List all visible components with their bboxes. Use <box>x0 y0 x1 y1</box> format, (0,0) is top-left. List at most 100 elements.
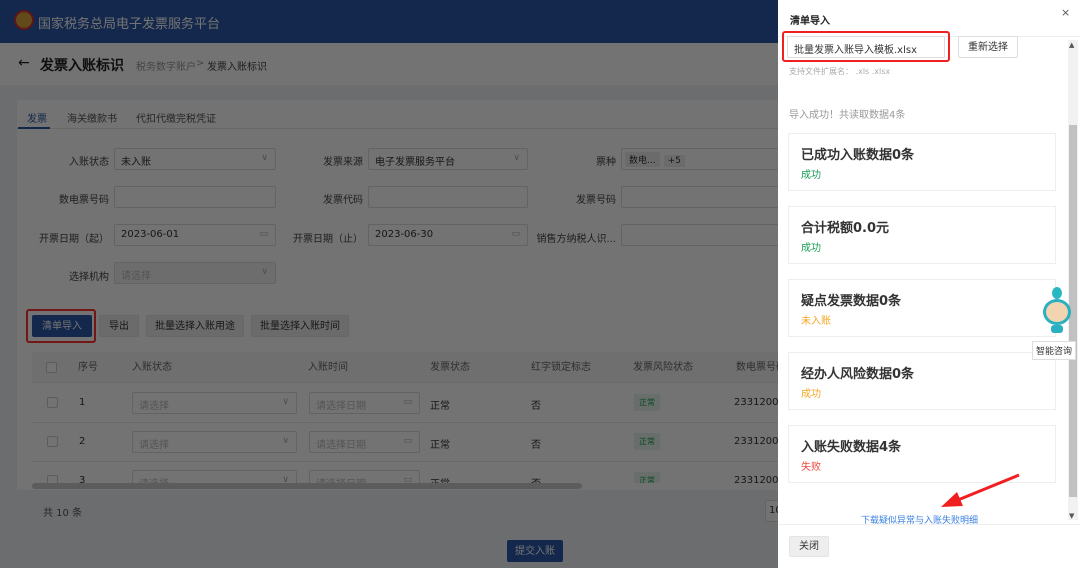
result-card-title: 合计税额0.0元 <box>801 221 890 236</box>
page-title: 发票入账标识 <box>40 58 124 74</box>
placeholder: 请选择 <box>139 401 169 412</box>
assistant-robot-icon[interactable] <box>1040 287 1074 337</box>
col-header: 红字锁定标志 <box>525 352 627 383</box>
page-size-select[interactable]: 10 <box>765 500 778 522</box>
batch-use-button[interactable]: 批量选择入账用途 <box>146 315 244 337</box>
chevron-down-icon: ∨ <box>261 153 268 163</box>
col-header: 发票状态 <box>424 352 525 383</box>
invoice-no-input[interactable] <box>621 186 778 208</box>
row-no: 1 <box>79 397 86 408</box>
batch-time-button[interactable]: 批量选择入账时间 <box>251 315 349 337</box>
row-checkbox[interactable] <box>47 475 58 483</box>
label-date-end: 开票日期（止） <box>293 234 363 245</box>
digital-invoice-no: 23312000 <box>734 475 778 483</box>
result-card-title: 疑点发票数据0条 <box>801 294 902 309</box>
col-header: 入账状态 <box>126 352 302 383</box>
invoice-status: 正常 <box>430 440 450 451</box>
digital-invoice-no: 23312000 <box>734 397 778 408</box>
row-entry-status-select[interactable]: 请选择∨ <box>132 470 297 483</box>
result-card-status: 成功 <box>801 243 821 254</box>
chevron-down-icon: ∨ <box>261 267 268 277</box>
label-org: 选择机构 <box>69 272 109 283</box>
label-ticket-type: 票种 <box>596 157 616 168</box>
tab-customs[interactable]: 海关缴款书 <box>67 110 117 125</box>
row-entry-date-input[interactable]: 请选择日期▭ <box>309 431 420 453</box>
row-entry-status-select[interactable]: 请选择 ∨ <box>132 392 297 414</box>
date-start-value: 2023-06-01 <box>121 229 180 240</box>
calendar-icon: ▭ <box>403 475 412 483</box>
row-entry-date-input[interactable]: 请选择日期▭ <box>309 392 420 414</box>
label-seller-tax-id: 销售方纳税人识... <box>536 234 616 245</box>
invoice-status: 正常 <box>430 475 450 483</box>
calendar-icon: ▭ <box>403 436 412 446</box>
ticket-tag-more: +5 <box>663 155 685 167</box>
risk-status-badge: 正常 <box>634 472 660 483</box>
platform-title: 国家税务总局电子发票服务平台 <box>38 17 221 32</box>
top-header: 国家税务总局电子发票服务平台 <box>0 0 778 43</box>
label-invoice-code: 发票代码 <box>323 195 363 206</box>
red-arrow-annotation <box>941 473 1020 507</box>
date-start-input[interactable]: 2023-06-01 ▭ <box>114 224 276 246</box>
tab-invoice[interactable]: 发票 <box>27 110 47 125</box>
back-arrow-icon[interactable]: ← <box>18 55 30 71</box>
col-header: 入账时间 <box>302 352 424 383</box>
col-header: 发票风险状态 <box>627 352 730 383</box>
extension-hint: 支持文件扩展名： .xls .xlsx <box>789 67 891 76</box>
result-card: 经办人风险数据0条 成功 <box>788 352 1056 410</box>
scroll-down-icon[interactable]: ▼ <box>1069 512 1074 520</box>
placeholder: 请选择 <box>139 440 169 451</box>
assistant-label[interactable]: 智能咨询 <box>1032 341 1077 360</box>
seller-tax-id-input[interactable] <box>621 224 778 246</box>
ticket-type-select[interactable]: 数电... +5 <box>621 148 778 170</box>
label-date-start: 开票日期（起） <box>39 234 109 245</box>
col-header: 序号 <box>72 352 126 383</box>
close-button[interactable]: 关闭 <box>789 536 829 557</box>
row-checkbox[interactable] <box>47 397 58 408</box>
total-count: 共 10 条 <box>43 508 83 519</box>
row-checkbox[interactable] <box>47 436 58 447</box>
breadcrumb-home[interactable]: 税务数字账户 <box>136 58 196 73</box>
invoice-code-input[interactable] <box>368 186 528 208</box>
submit-entry-button[interactable]: 提交入账 <box>507 540 563 562</box>
scroll-up-icon[interactable]: ▲ <box>1069 41 1074 49</box>
entry-status-select[interactable]: 未入账 ∨ <box>114 148 276 170</box>
label-digital-no: 数电票号码 <box>59 195 109 206</box>
result-card: 疑点发票数据0条 未入账 <box>788 279 1056 337</box>
table-row: 3 请选择∨ 请选择日期▭ 正常 否 正常 23312000 <box>32 461 778 483</box>
result-card-title: 入账失败数据4条 <box>801 440 902 455</box>
date-end-value: 2023-06-30 <box>375 229 434 240</box>
digital-no-input[interactable] <box>114 186 276 208</box>
dialog-title: 清单导入 <box>790 16 830 27</box>
close-icon[interactable]: × <box>1061 6 1070 19</box>
select-all-checkbox[interactable] <box>46 362 57 373</box>
export-button[interactable]: 导出 <box>99 315 139 337</box>
ticket-tag: 数电... <box>625 152 660 167</box>
result-card: 已成功入账数据0条 成功 <box>788 133 1056 191</box>
tax-emblem-icon <box>14 10 34 30</box>
org-placeholder: 请选择 <box>121 271 151 282</box>
header-checkbox-cell <box>32 352 72 383</box>
import-list-button[interactable]: 清单导入 <box>32 315 92 337</box>
row-entry-status-select[interactable]: 请选择 ∨ <box>132 431 297 453</box>
entry-status-value: 未入账 <box>121 157 151 168</box>
org-select[interactable]: 请选择 ∨ <box>114 262 276 284</box>
row-no: 2 <box>79 436 86 447</box>
risk-status-badge: 正常 <box>634 433 660 450</box>
chevron-down-icon: ∨ <box>513 153 520 163</box>
calendar-icon: ▭ <box>403 397 412 407</box>
date-end-input[interactable]: 2023-06-30 ▭ <box>368 224 528 246</box>
tab-withholding[interactable]: 代扣代缴完税凭证 <box>136 110 216 125</box>
chevron-down-icon: ∨ <box>282 397 289 407</box>
label-entry-status: 入账状态 <box>69 157 109 168</box>
horizontal-scrollbar[interactable] <box>32 483 582 489</box>
source-select[interactable]: 电子发票服务平台 ∨ <box>368 148 528 170</box>
digital-invoice-no: 23312000 <box>734 436 778 447</box>
reselect-button[interactable]: 重新选择 <box>958 36 1018 58</box>
file-name-field[interactable]: 批量发票入账导入模板.xlsx <box>787 36 945 58</box>
col-header: 数电票号码 <box>730 352 778 383</box>
row-entry-date-input[interactable]: 请选择日期▭ <box>309 470 420 483</box>
label-source: 发票来源 <box>323 157 363 168</box>
result-card: 合计税额0.0元 成功 <box>788 206 1056 264</box>
chevron-down-icon: ∨ <box>282 436 289 446</box>
table-row: 1 请选择 ∨ 请选择日期 ▭ 正常 否 正常 23312000 <box>32 383 778 422</box>
